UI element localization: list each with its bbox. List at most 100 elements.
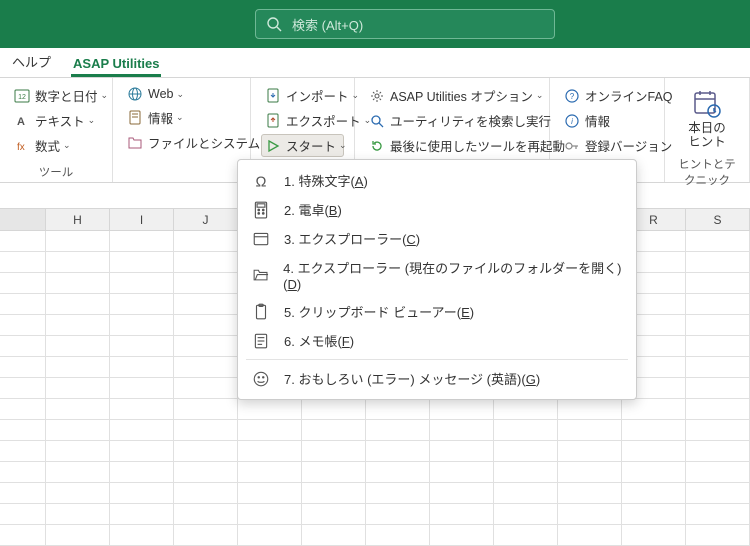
- numbers-dates-label: 数字と日付: [35, 86, 98, 105]
- menu-explorer[interactable]: 3. エクスプローラー(C): [238, 224, 636, 253]
- window-icon: [252, 230, 270, 248]
- rerun-label: 最後に使用したツールを再起動: [390, 136, 565, 155]
- col-header[interactable]: I: [110, 209, 174, 230]
- text-icon: A: [14, 113, 30, 129]
- globe-icon: [127, 86, 143, 102]
- export-button[interactable]: エクスポート⌄: [261, 109, 344, 132]
- online-faq-button[interactable]: ?オンラインFAQ: [560, 84, 654, 107]
- menu-funny-errors[interactable]: 7. おもしろい (エラー) メッセージ (英語)(G): [238, 364, 636, 393]
- import-button[interactable]: インポート⌄: [261, 84, 344, 107]
- svg-text:Ω: Ω: [256, 174, 267, 189]
- register-label: 登録バージョン: [585, 136, 672, 155]
- ribbon-tabs: ヘルプ ASAP Utilities: [0, 48, 750, 78]
- formula-label: 数式: [35, 136, 60, 155]
- ribbon-group-hints: 本日の ヒント ヒントとテクニック: [665, 78, 750, 182]
- gear-icon: [369, 88, 385, 104]
- svg-text:i: i: [571, 117, 573, 126]
- web-label: Web: [148, 87, 173, 101]
- options-button[interactable]: ASAP Utilities オプション⌄: [365, 84, 539, 107]
- menu-notepad[interactable]: 6. メモ帳(F): [238, 326, 636, 355]
- rerun-button[interactable]: 最後に使用したツールを再起動: [365, 134, 539, 157]
- help-info-label: 情報: [585, 111, 610, 130]
- tab-asap-utilities[interactable]: ASAP Utilities: [71, 56, 161, 77]
- play-icon: [265, 138, 281, 154]
- file-system-label: ファイルとシステム: [148, 133, 260, 152]
- numbers-dates-button[interactable]: 12数字と日付⌄: [10, 84, 102, 107]
- col-header[interactable]: H: [46, 209, 110, 230]
- file-system-button[interactable]: ファイルとシステム⌄: [123, 131, 240, 154]
- calculator-icon: [252, 201, 270, 219]
- search-box[interactable]: 検索 (Alt+Q): [255, 9, 555, 39]
- ribbon-group-tools: 12数字と日付⌄ Aテキスト⌄ fx数式⌄ ツール: [0, 78, 113, 182]
- info-button[interactable]: 情報⌄: [123, 106, 240, 129]
- search-icon: [369, 113, 385, 129]
- help-info-button[interactable]: i 情報: [560, 109, 654, 132]
- menu-special-characters[interactable]: Ω 1. 特殊文字(A): [238, 166, 636, 195]
- menu-item-label: 4. エクスプローラー (現在のファイルのフォルダーを開く)(D): [283, 258, 622, 292]
- text-button[interactable]: A テキスト⌄: [10, 109, 102, 132]
- search-placeholder: 検索 (Alt+Q): [292, 15, 363, 34]
- info-label: 情報: [148, 108, 173, 127]
- web-button[interactable]: Web⌄: [123, 84, 240, 104]
- svg-text:?: ?: [570, 92, 575, 101]
- start-dropdown-menu: Ω 1. 特殊文字(A) 2. 電卓(B) 3. エクスプローラー(C) 4. …: [237, 159, 637, 400]
- import-icon: [265, 88, 281, 104]
- clipboard-icon: [252, 303, 270, 321]
- group-label-tools: ツール: [10, 162, 102, 180]
- tip-label-1: 本日の: [688, 122, 726, 136]
- menu-item-label: 3. エクスプローラー(C): [284, 229, 420, 248]
- chevron-down-icon: ⌄: [101, 90, 109, 101]
- options-label: ASAP Utilities オプション: [390, 86, 533, 105]
- info-icon: i: [564, 113, 580, 129]
- register-button[interactable]: 登録バージョン: [560, 134, 654, 157]
- menu-separator: [246, 359, 628, 360]
- tip-label-2: ヒント: [688, 136, 726, 150]
- col-header[interactable]: J: [174, 209, 238, 230]
- folder-open-icon: [252, 266, 269, 284]
- omega-icon: Ω: [252, 172, 270, 190]
- menu-item-label: 5. クリップボード ビューアー(E): [284, 302, 474, 321]
- title-bar: 検索 (Alt+Q): [0, 0, 750, 48]
- menu-item-label: 7. おもしろい (エラー) メッセージ (英語)(G): [284, 369, 540, 388]
- chevron-down-icon: ⌄: [176, 112, 184, 123]
- menu-explorer-current-folder[interactable]: 4. エクスプローラー (現在のファイルのフォルダーを開く)(D): [238, 253, 636, 297]
- formula-button[interactable]: fx 数式⌄: [10, 134, 102, 157]
- key-icon: [564, 138, 580, 154]
- online-faq-label: オンラインFAQ: [585, 86, 673, 105]
- svg-text:12: 12: [18, 94, 26, 101]
- search-run-button[interactable]: ユーティリティを検索し実行: [365, 109, 539, 132]
- menu-item-label: 6. メモ帳(F): [284, 331, 354, 350]
- export-icon: [265, 113, 281, 129]
- group-label-hints: ヒントとテクニック: [675, 154, 739, 188]
- menu-item-label: 1. 特殊文字(A): [284, 171, 368, 190]
- start-label: スタート: [286, 136, 336, 155]
- tab-help[interactable]: ヘルプ: [10, 52, 53, 77]
- chevron-down-icon: ⌄: [176, 89, 184, 100]
- start-button[interactable]: スタート⌄: [261, 134, 344, 157]
- export-label: エクスポート: [286, 111, 361, 130]
- formula-icon: fx: [14, 138, 30, 154]
- svg-text:fx: fx: [17, 142, 25, 153]
- menu-calculator[interactable]: 2. 電卓(B): [238, 195, 636, 224]
- page-icon: [127, 110, 143, 126]
- search-icon: [266, 16, 282, 32]
- ribbon-group-web: Web⌄ 情報⌄ ファイルとシステム⌄: [113, 78, 251, 182]
- calendar-clock-icon: [691, 88, 723, 120]
- svg-text:A: A: [17, 116, 25, 128]
- chevron-down-icon: ⌄: [63, 140, 71, 151]
- menu-item-label: 2. 電卓(B): [284, 200, 342, 219]
- import-label: インポート: [286, 86, 349, 105]
- folder-icon: [127, 135, 143, 151]
- search-run-label: ユーティリティを検索し実行: [390, 111, 551, 130]
- select-all-triangle[interactable]: [0, 209, 46, 230]
- col-header[interactable]: S: [686, 209, 750, 230]
- notepad-icon: [252, 332, 270, 350]
- question-icon: ?: [564, 88, 580, 104]
- chevron-down-icon: ⌄: [339, 140, 347, 151]
- numbers-icon: 12: [14, 88, 30, 104]
- chevron-down-icon: ⌄: [536, 90, 544, 101]
- chevron-down-icon: ⌄: [88, 115, 96, 126]
- text-label: テキスト: [35, 111, 85, 130]
- menu-clipboard-viewer[interactable]: 5. クリップボード ビューアー(E): [238, 297, 636, 326]
- tip-of-day-button[interactable]: 本日の ヒント: [680, 84, 734, 154]
